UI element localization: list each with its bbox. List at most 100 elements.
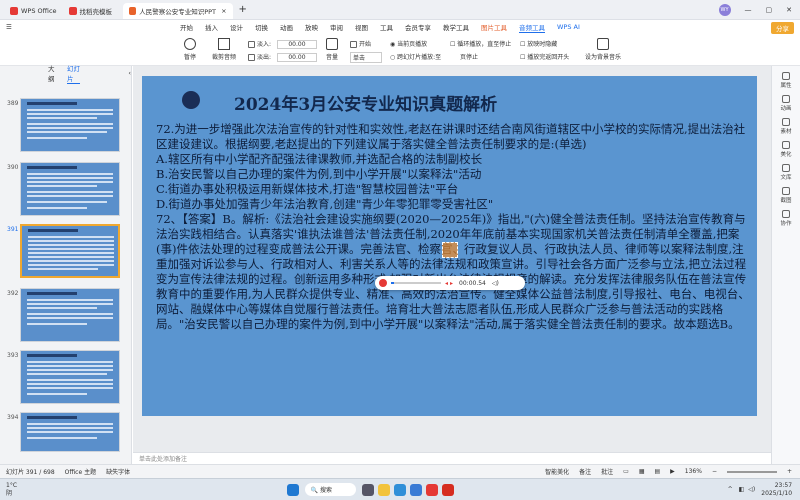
tab-slides[interactable]: 幻灯片 — [66, 63, 81, 84]
hide-icon-checkbox[interactable]: ☐ 放映时隐藏 — [520, 39, 557, 48]
page-stop-label: 页停止 — [460, 54, 479, 61]
menu-picture-tools[interactable]: 图片工具 — [481, 22, 507, 32]
tab-wps-office[interactable]: WPS Office — [4, 3, 63, 19]
slide-thumbnail-current[interactable] — [20, 224, 120, 278]
audio-player[interactable]: ◂ ▸ 00:00.54 ◁) — [375, 276, 525, 290]
edge-browser-icon[interactable] — [394, 483, 406, 496]
fade-out-control[interactable]: 淡出: 00.00 — [248, 52, 317, 62]
right-panel-library[interactable]: 文库 — [772, 164, 800, 181]
audio-speaker-icon[interactable] — [442, 242, 458, 258]
slide-panel: 大纲 幻灯片 ‹ 389 390 391 392 393 394 — [0, 63, 132, 464]
right-panel-properties[interactable]: 属性 — [772, 72, 800, 89]
notes-area[interactable]: 单击此处添加备注 — [133, 452, 771, 464]
slide-thumbnail[interactable] — [20, 412, 120, 452]
clock[interactable]: 23:57 2025/1/10 — [761, 482, 792, 498]
menu-home[interactable]: 开始 — [180, 22, 193, 32]
wps-taskbar-icon[interactable] — [442, 483, 454, 496]
volume-button[interactable]: 音量 — [326, 38, 338, 61]
tab-docer[interactable]: 找稻壳模板 — [63, 3, 123, 19]
current-page-radio[interactable]: ◉ 当前页播放 — [390, 39, 427, 48]
volume-tray-icon[interactable]: ◁) — [748, 486, 755, 493]
tab-label: 人民警察公安专业知识PPT1.p — [139, 8, 217, 16]
slide-thumbnail[interactable] — [20, 350, 120, 404]
assets-icon — [782, 118, 790, 126]
trim-audio-button[interactable]: 裁剪音频 — [212, 38, 236, 61]
slide-thumbnail[interactable] — [20, 288, 120, 342]
task-view-icon[interactable] — [362, 483, 374, 496]
tab-document[interactable]: 人民警察公安专业知识PPT1.p × — [122, 3, 233, 19]
right-panel-assets[interactable]: 素材 — [772, 118, 800, 135]
rewind-checkbox[interactable]: ☐ 播放完返回开头 — [520, 52, 569, 61]
slide-thumbnail[interactable] — [20, 162, 120, 216]
fade-in-control[interactable]: 淡入: 00.00 — [248, 39, 317, 49]
slideshow-icon[interactable]: ▶ — [670, 468, 675, 475]
collapse-panel-icon[interactable]: ‹ — [128, 69, 131, 77]
windows-start-icon[interactable] — [286, 483, 299, 496]
slide-title[interactable]: 2024年3月公安专业知识真题解析 — [234, 90, 497, 115]
comments-toggle[interactable]: 批注 — [601, 467, 613, 476]
right-panel-collab[interactable]: 协作 — [772, 210, 800, 227]
close-tab-icon[interactable]: × — [221, 7, 226, 15]
menu-review[interactable]: 审阅 — [330, 22, 343, 32]
menu-slideshow[interactable]: 放映 — [305, 22, 318, 32]
menu-member[interactable]: 会员专享 — [405, 22, 431, 32]
menu-animation[interactable]: 动画 — [280, 22, 293, 32]
volume-icon[interactable]: ◁) — [492, 280, 499, 287]
network-icon[interactable]: ◧ — [739, 486, 745, 493]
hamburger-menu-icon[interactable]: ☰ — [6, 23, 12, 31]
maximize-icon[interactable]: ▢ — [766, 6, 773, 14]
menu-teaching[interactable]: 教学工具 — [443, 22, 469, 32]
minimize-icon[interactable]: — — [745, 6, 752, 14]
start-select[interactable]: 单击 — [350, 52, 382, 63]
sorter-view-icon[interactable]: ▦ — [639, 468, 645, 475]
tab-outline[interactable]: 大纲 — [48, 63, 57, 83]
option-a: A.辖区所有中小学配齐配强法律课教师,并选配合格的法制副校长 — [156, 152, 483, 166]
slide-number: 393 — [7, 352, 19, 359]
normal-view-icon[interactable]: ▭ — [623, 468, 629, 475]
right-panel-beautify[interactable]: 美化 — [772, 141, 800, 158]
reading-view-icon[interactable]: ▤ — [654, 468, 660, 475]
loop-checkbox[interactable]: ☐ 循环播放，直至停止 — [450, 39, 511, 48]
zoom-slider[interactable] — [726, 470, 777, 473]
app-icon[interactable] — [426, 483, 438, 496]
screenshot-icon — [782, 187, 790, 195]
zoom-level[interactable]: 136% — [685, 468, 702, 475]
slide-canvas: 2024年3月公安专业知识真题解析 72.为进一步增强此次法治宣传的针对性和实效… — [133, 66, 771, 464]
missing-font-button[interactable]: 缺失字体 — [106, 467, 130, 476]
bg-music-button[interactable]: 设为背景音乐 — [585, 38, 621, 61]
file-explorer-icon[interactable] — [378, 483, 390, 496]
menu-tools[interactable]: 工具 — [380, 22, 393, 32]
zoom-in-icon[interactable]: + — [787, 468, 792, 475]
slide[interactable]: 2024年3月公安专业知识真题解析 72.为进一步增强此次法治宣传的针对性和实效… — [142, 76, 757, 416]
store-icon[interactable] — [410, 483, 422, 496]
smart-beautify-button[interactable]: 智能美化 — [545, 467, 569, 476]
close-icon[interactable]: ✕ — [786, 6, 792, 14]
wps-ai-button[interactable]: WPS AI — [557, 23, 580, 31]
notes-toggle[interactable]: 备注 — [579, 467, 591, 476]
menu-transition[interactable]: 切换 — [255, 22, 268, 32]
menu-design[interactable]: 设计 — [230, 22, 243, 32]
collab-icon — [782, 210, 790, 218]
share-button[interactable]: 分享 — [771, 22, 794, 34]
menu-insert[interactable]: 插入 — [205, 22, 218, 32]
rewind-icon[interactable]: ◂ — [445, 280, 448, 287]
slide-thumbnail[interactable] — [20, 98, 120, 152]
search-box[interactable]: 🔍 搜索 — [304, 483, 356, 496]
menu-view[interactable]: 视图 — [355, 22, 368, 32]
weather-widget[interactable]: 1°C 阴 — [6, 482, 17, 498]
play-pause-button[interactable] — [379, 279, 387, 287]
play-button[interactable]: 暂停 — [184, 38, 196, 61]
right-panel-animation[interactable]: 动画 — [772, 95, 800, 112]
cross-slide-radio[interactable]: ○ 跨幻灯片播放:至 — [390, 52, 441, 61]
slide-body[interactable]: 72.为进一步增强此次法治宣传的针对性和实效性,老赵在讲课时还结合南风街道辖区中… — [156, 122, 754, 332]
forward-icon[interactable]: ▸ — [450, 280, 453, 287]
tray-chevron-icon[interactable]: ^ — [728, 486, 733, 493]
menu-audio-tools[interactable]: 音频工具 — [519, 22, 545, 33]
new-tab-icon[interactable]: + — [239, 4, 247, 15]
zoom-out-icon[interactable]: − — [712, 468, 717, 475]
ribbon-audio-tools: 暂停 裁剪音频 淡入: 00.00 淡出: 00.00 音量 开始 单击 ◉ 当… — [0, 34, 800, 66]
status-bar: 幻灯片 391 / 698 Office 主题 缺失字体 智能美化 备注 批注 … — [0, 464, 800, 478]
right-panel-screenshot[interactable]: 截图 — [772, 187, 800, 204]
avatar[interactable]: WY — [718, 3, 731, 16]
audio-progress-bar[interactable] — [391, 282, 441, 284]
